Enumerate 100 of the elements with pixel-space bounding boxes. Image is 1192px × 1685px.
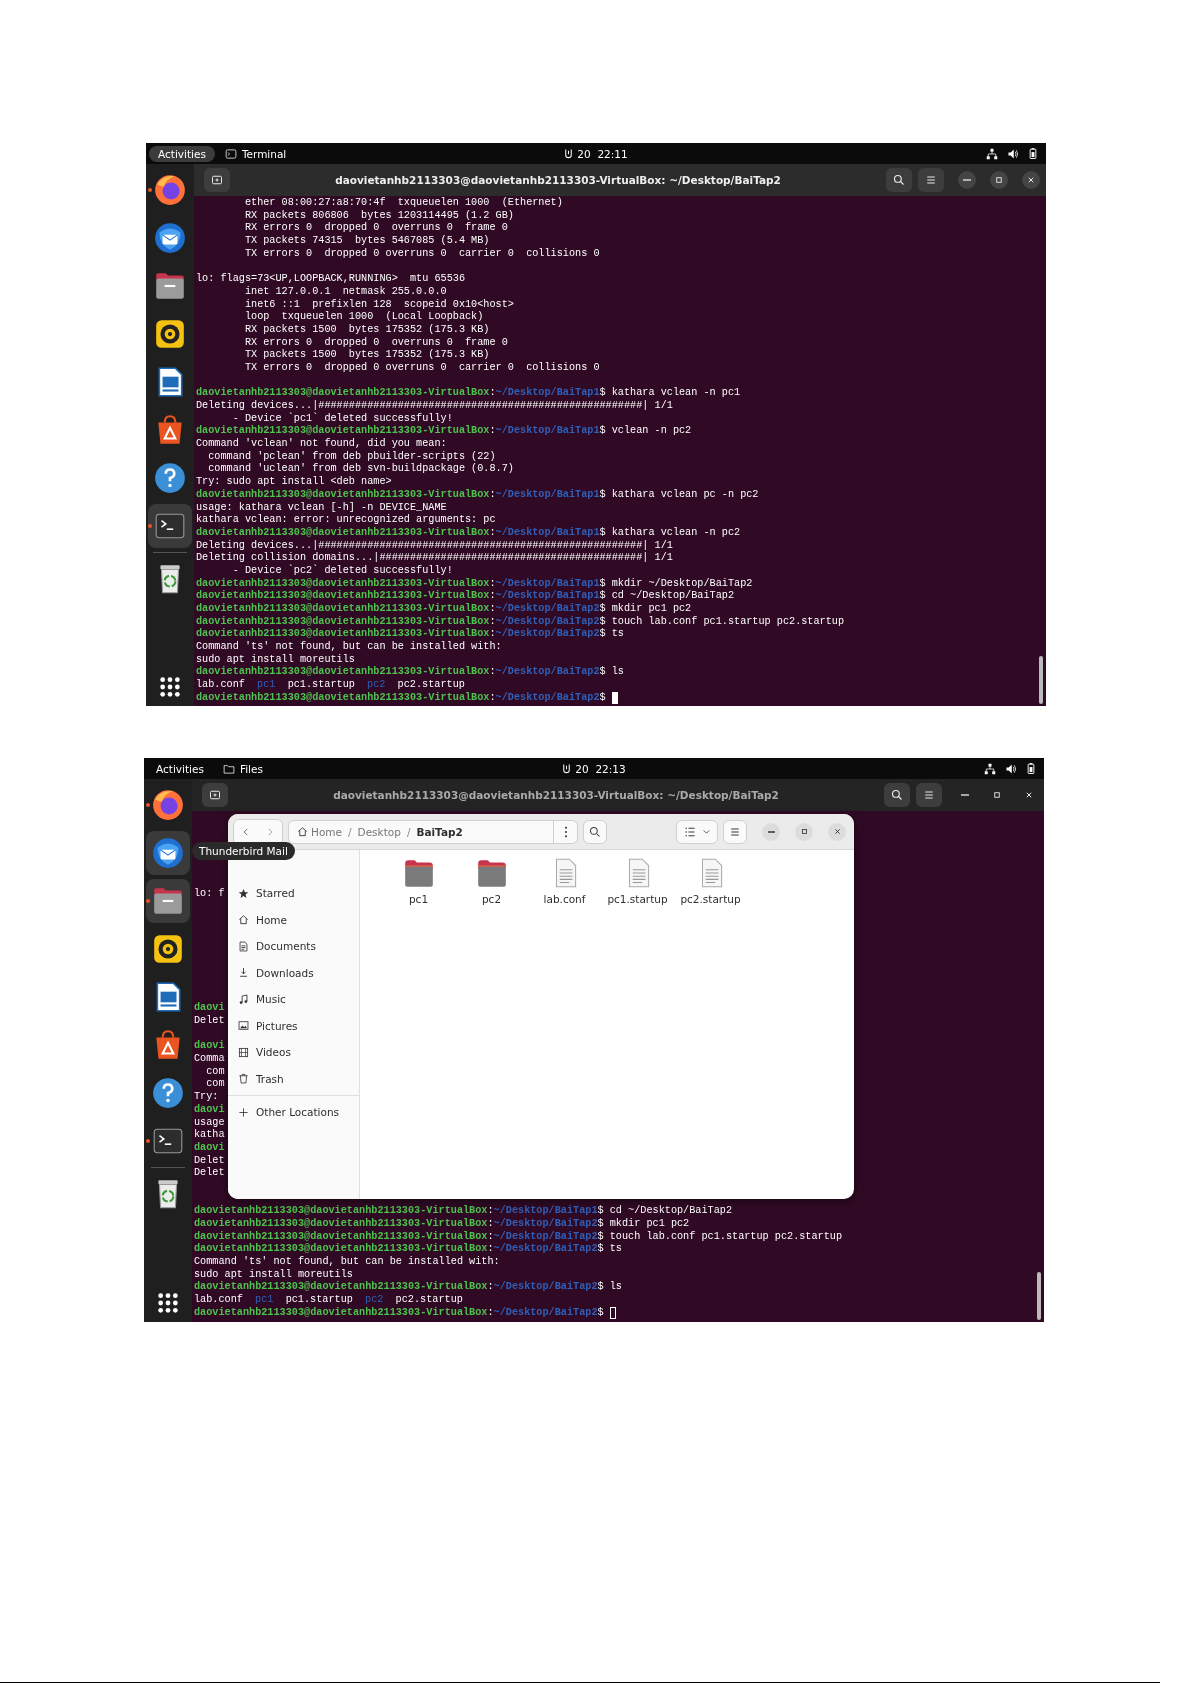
battery-icon[interactable] bbox=[1028, 147, 1038, 160]
app-menu[interactable]: Terminal bbox=[241, 147, 287, 160]
prompt-line: daovietanhb2113303@daovietanhb2113303-VirtualBox:~/Desktop/BaiTap1$ kathara vclean -n pc1 bbox=[196, 387, 741, 400]
network-icon[interactable] bbox=[986, 147, 998, 160]
trash-icon bbox=[238, 1073, 249, 1085]
network-icon[interactable] bbox=[984, 762, 996, 775]
minimize-icon bbox=[961, 794, 969, 796]
prompt-line: daovietanhb2113303@daovietanhb2113303-VirtualBox:~/Desktop/BaiTap2$ touch lab.conf pc1.startup pc2.startup bbox=[196, 615, 845, 628]
app-grid-icon[interactable] bbox=[159, 676, 181, 698]
file-listing: lab.conf pc1 pc1.startup pc2 pc2.startup bbox=[196, 679, 465, 692]
notification-icon[interactable] bbox=[562, 763, 572, 774]
terminal-line: sudo apt install moreutils bbox=[196, 653, 355, 666]
terminal-line: Command 'ts' not found, but can be installed with: bbox=[194, 1256, 500, 1269]
dock-item[interactable] bbox=[146, 831, 190, 875]
path-segment[interactable]: BaiTap2 bbox=[416, 825, 463, 838]
terminal-line: RX errors 0 dropped 0 overruns 0 frame 0 bbox=[243, 336, 508, 349]
app-menu[interactable]: Files bbox=[239, 762, 263, 775]
new-tab-button[interactable] bbox=[204, 168, 230, 192]
clock[interactable]: 20 22:13 bbox=[575, 762, 626, 775]
terminal-line: com bbox=[205, 1065, 225, 1079]
sidebar-item[interactable]: Other Locations bbox=[228, 1099, 359, 1126]
prompt-line: daovi bbox=[194, 1103, 225, 1117]
menu-button[interactable] bbox=[916, 783, 942, 807]
dock-item[interactable] bbox=[146, 879, 190, 923]
sidebar-item[interactable]: Pictures bbox=[228, 1012, 359, 1039]
path-separator: / bbox=[348, 825, 352, 838]
file-item[interactable]: pc1 bbox=[382, 856, 455, 905]
path-segment[interactable]: Desktop bbox=[357, 825, 401, 838]
prompt-line: daovi bbox=[194, 1141, 225, 1155]
prompt-line: daovietanhb2113303@daovietanhb2113303-VirtualBox:~/Desktop/BaiTap2$ ts bbox=[196, 628, 624, 641]
maximize-button[interactable] bbox=[990, 171, 1008, 189]
terminal-line: RX packets 1500 bytes 175352 (175.3 KB) bbox=[243, 323, 490, 337]
volume-icon[interactable] bbox=[1005, 762, 1017, 775]
new-tab-icon bbox=[211, 174, 223, 186]
terminal-line: command 'pclean' from deb pbuilder-scripts (22) bbox=[207, 450, 496, 463]
file-item[interactable]: pc1.startup bbox=[601, 856, 674, 905]
terminal-line: TX errors 0 dropped 0 overruns 0 carrier 0 collisions 0 bbox=[243, 361, 600, 375]
maximize-icon bbox=[993, 174, 1005, 186]
sidebar-item[interactable]: Downloads bbox=[228, 959, 359, 986]
path-separator: / bbox=[406, 825, 411, 838]
app-grid-icon[interactable] bbox=[157, 1292, 179, 1314]
activities-button[interactable]: Activities bbox=[149, 145, 215, 162]
terminal-line: TX packets 74315 bytes 5467085 (5.4 MB) bbox=[243, 235, 490, 248]
sidebar-item[interactable]: Videos bbox=[228, 1039, 359, 1066]
sidebar-item[interactable]: Music bbox=[228, 986, 359, 1013]
sidebar-item[interactable]: Home bbox=[228, 906, 359, 933]
new-tab-button[interactable] bbox=[202, 783, 228, 807]
prompt-line: daovi bbox=[194, 1002, 225, 1015]
sidebar-item[interactable]: Documents bbox=[228, 933, 359, 960]
file-listing: lab.conf pc1 pc1.startup pc2 pc2.startup bbox=[194, 1294, 463, 1307]
prompt-line: daovietanhb2113303@daovietanhb2113303-VirtualBox:~/Desktop/BaiTap2$ ls bbox=[194, 1281, 622, 1294]
terminal-line: Command 'ts' not found, but can be installed with: bbox=[196, 641, 502, 654]
menu-icon bbox=[923, 789, 935, 801]
search-button[interactable] bbox=[583, 819, 607, 844]
maximize-button[interactable] bbox=[795, 822, 813, 841]
terminal-line: TX packets 1500 bytes 175352 (175.3 KB) bbox=[243, 349, 490, 362]
minimize-button[interactable] bbox=[958, 171, 976, 189]
prompt-line: daovietanhb2113303@daovietanhb2113303-VirtualBox:~/Desktop/BaiTap2$ bbox=[194, 1306, 604, 1320]
file-item[interactable]: pc2.startup bbox=[674, 856, 747, 905]
prompt-line: daovietanhb2113303@daovietanhb2113303-VirtualBox:~/Desktop/BaiTap2$ ts bbox=[194, 1243, 622, 1256]
volume-icon[interactable] bbox=[1007, 147, 1019, 160]
clock[interactable]: 20 22:11 bbox=[577, 147, 628, 160]
prompt-line: daovietanhb2113303@daovietanhb2113303-VirtualBox:~/Desktop/BaiTap1$ cd ~/Desktop/BaiTap2 bbox=[194, 1205, 732, 1218]
terminal-line: usage: kathara vclean [-h] -n DEVICE_NAME bbox=[196, 501, 447, 514]
menu-button[interactable] bbox=[918, 168, 944, 192]
terminal-line: Delet bbox=[194, 1154, 225, 1167]
battery-icon[interactable] bbox=[1026, 762, 1036, 775]
terminal-line: sudo apt install moreutils bbox=[194, 1268, 353, 1281]
menu-button[interactable] bbox=[723, 819, 747, 844]
list-view-icon bbox=[683, 825, 696, 838]
minimize-button[interactable] bbox=[762, 822, 780, 841]
terminal-line: lo: flags=73<UP,LOOPBACK,RUNNING> mtu 65536 bbox=[196, 273, 465, 286]
search-button[interactable] bbox=[886, 168, 912, 192]
menu-icon bbox=[925, 174, 937, 186]
sidebar-item[interactable]: Trash bbox=[228, 1065, 359, 1092]
terminal-line: katha bbox=[194, 1129, 225, 1142]
window-title: daovietanhb2113303@daovietanhb2113303-VirtualBox: ~/Desktop/BaiTap2 bbox=[332, 789, 780, 801]
prompt-line: daovietanhb2113303@daovietanhb2113303-VirtualBox:~/Desktop/BaiTap1$ kathara vclean pc -n pc2 bbox=[196, 488, 759, 502]
terminal-line: lo: f bbox=[194, 888, 225, 901]
speaker-icon bbox=[153, 317, 187, 351]
sidebar-item[interactable]: Starred bbox=[228, 880, 359, 907]
search-button[interactable] bbox=[884, 783, 910, 807]
view-options-button[interactable] bbox=[676, 819, 718, 844]
file-item[interactable]: pc2 bbox=[455, 856, 528, 905]
activities-button[interactable]: Activities bbox=[147, 760, 213, 777]
tooltip: Thunderbird Mail bbox=[192, 842, 295, 860]
download-icon bbox=[238, 967, 249, 979]
search-icon bbox=[891, 789, 903, 801]
scrollbar-thumb[interactable] bbox=[1037, 1272, 1041, 1320]
file-item[interactable]: lab.conf bbox=[528, 856, 601, 905]
mail-icon bbox=[153, 221, 187, 255]
terminal-line: inet 127.0.0.1 netmask 255.0.0.0 bbox=[243, 285, 447, 299]
path-segment[interactable]: Home bbox=[297, 825, 342, 838]
notification-icon[interactable] bbox=[564, 148, 574, 159]
window-title: daovietanhb2113303@daovietanhb2113303-VirtualBox: ~/Desktop/BaiTap2 bbox=[334, 174, 782, 186]
home-icon bbox=[297, 826, 308, 837]
close-button[interactable] bbox=[1022, 171, 1040, 189]
terminal-line: - Device `pc1` deleted successfully! bbox=[231, 412, 453, 425]
scrollbar-thumb[interactable] bbox=[1039, 656, 1043, 704]
document-icon bbox=[238, 940, 249, 952]
